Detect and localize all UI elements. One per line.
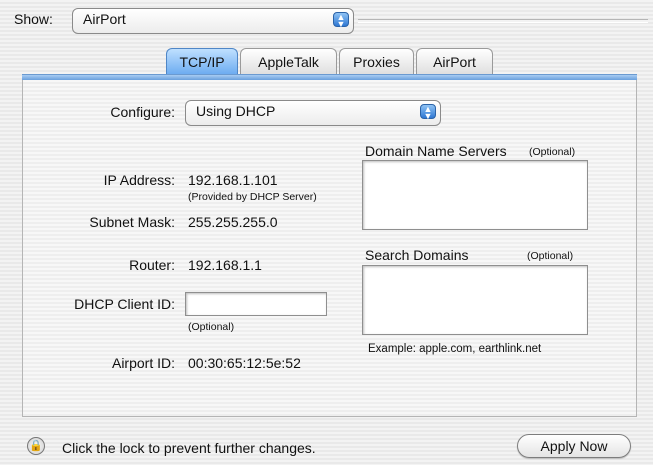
show-popup[interactable]: AirPort ▲ ▼ (72, 8, 354, 34)
dns-textarea[interactable] (362, 160, 588, 230)
router-label: Router: (129, 257, 175, 273)
configure-popup[interactable]: Using DHCP ▲ ▼ (185, 100, 441, 126)
dhcp-client-id-label: DHCP Client ID: (74, 296, 175, 312)
search-domains-example: Example: apple.com, earthlink.net (368, 343, 542, 355)
subnet-mask-label: Subnet Mask: (89, 214, 175, 230)
tab-proxies[interactable]: Proxies (339, 48, 414, 75)
airport-id-label: Airport ID: (111, 355, 175, 371)
updown-arrows-icon: ▲ ▼ (333, 12, 349, 29)
lock-icon[interactable]: 🔒 (27, 437, 45, 455)
configure-popup-value: Using DHCP (196, 103, 276, 119)
updown-arrows-icon: ▲ ▼ (420, 104, 436, 121)
dhcp-client-id-note: (Optional) (188, 321, 235, 333)
lock-text: Click the lock to prevent further change… (62, 440, 316, 456)
ip-address-value: 192.168.1.101 (188, 172, 278, 188)
dns-optional: (Optional) (529, 146, 576, 158)
configure-label: Configure: (110, 104, 175, 120)
ip-address-label: IP Address: (103, 172, 175, 188)
subnet-mask-value: 255.255.255.0 (188, 214, 278, 230)
search-domains-textarea[interactable] (362, 265, 588, 335)
dhcp-client-id-input[interactable] (185, 292, 327, 316)
ip-address-note: (Provided by DHCP Server) (188, 191, 317, 203)
tab-tcpip[interactable]: TCP/IP (166, 48, 238, 75)
separator (358, 19, 648, 23)
airport-id-value: 00:30:65:12:5e:52 (188, 355, 301, 371)
apply-now-button[interactable]: Apply Now (517, 434, 631, 458)
router-value: 192.168.1.1 (188, 257, 262, 273)
search-domains-label: Search Domains (365, 247, 469, 263)
tab-airport[interactable]: AirPort (416, 48, 493, 75)
show-label: Show: (14, 11, 53, 27)
search-domains-optional: (Optional) (527, 250, 574, 262)
dns-label: Domain Name Servers (365, 143, 507, 159)
tab-appletalk[interactable]: AppleTalk (240, 48, 337, 75)
show-popup-value: AirPort (83, 11, 126, 27)
